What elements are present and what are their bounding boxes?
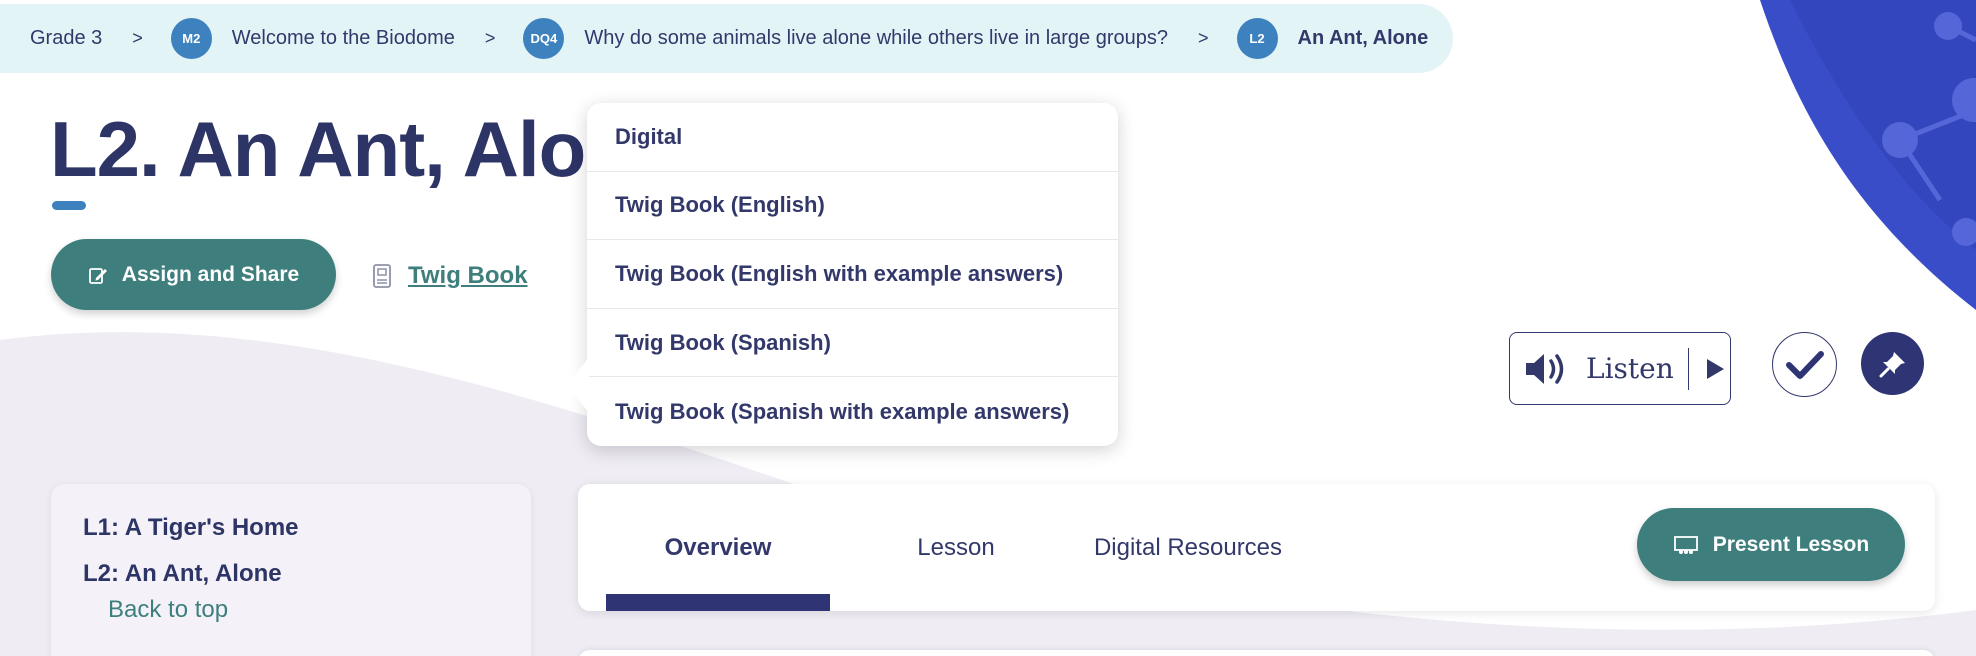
breadcrumb-dq-label: Why do some animals live alone while oth… <box>584 27 1168 49</box>
present-lesson-label: Present Lesson <box>1712 532 1870 556</box>
dropdown-pointer <box>567 357 589 413</box>
play-icon[interactable] <box>1705 358 1725 380</box>
assign-and-share-label: Assign and Share <box>121 262 300 286</box>
dropdown-item-twig-spanish-answers[interactable]: Twig Book (Spanish with example answers) <box>587 377 1118 446</box>
listen-divider <box>1687 347 1690 390</box>
lesson-tabs: Overview Lesson Digital Resources Presen… <box>578 484 1935 611</box>
nav-item-l1[interactable]: L1: A Tiger's Home <box>83 514 531 542</box>
breadcrumb-separator: > <box>132 28 143 48</box>
twig-book-link[interactable]: Twig Book <box>372 262 528 290</box>
tab-overview[interactable]: Overview <box>606 484 830 611</box>
page-title: L2. An Ant, Alone <box>50 105 675 193</box>
pin-icon <box>1879 351 1905 377</box>
breadcrumb-separator: > <box>1198 28 1209 48</box>
dropdown-item-twig-english-answers[interactable]: Twig Book (English with example answers) <box>587 240 1118 309</box>
nav-item-l2[interactable]: L2: An Ant, Alone <box>83 560 531 588</box>
edit-icon <box>88 267 107 284</box>
breadcrumb-lesson-label: An Ant, Alone <box>1297 27 1429 49</box>
breadcrumb-separator: > <box>484 28 496 48</box>
lesson-badge: L2 <box>1236 18 1278 59</box>
speaker-icon <box>1526 353 1564 384</box>
breadcrumb-lesson: L2 An Ant, Alone <box>1236 18 1429 59</box>
mark-complete-button[interactable] <box>1772 332 1837 397</box>
presentation-icon <box>1673 535 1698 554</box>
title-underline <box>52 201 86 210</box>
breadcrumb-dq[interactable]: DQ4 Why do some animals live alone while… <box>523 18 1168 59</box>
dropdown-item-twig-english[interactable]: Twig Book (English) <box>587 172 1118 241</box>
dq-badge: DQ4 <box>523 18 565 59</box>
breadcrumb-grade[interactable]: Grade 3 <box>30 27 102 50</box>
breadcrumb: Grade 3 > M2 Welcome to the Biodome > DQ… <box>0 4 1453 73</box>
twig-book-dropdown: Digital Twig Book (English) Twig Book (E… <box>567 103 1118 446</box>
assign-and-share-button[interactable]: Assign and Share <box>51 239 336 310</box>
dropdown-item-twig-spanish[interactable]: Twig Book (Spanish) <box>587 309 1118 378</box>
breadcrumb-module[interactable]: M2 Welcome to the Biodome <box>170 18 455 59</box>
breadcrumb-module-label: Welcome to the Biodome <box>231 27 455 49</box>
tab-digital-resources[interactable]: Digital Resources <box>1068 484 1308 611</box>
dropdown-item-digital[interactable]: Digital <box>587 103 1118 172</box>
listen-label: Listen <box>1586 352 1674 385</box>
tab-lesson[interactable]: Lesson <box>856 484 1056 611</box>
content-card <box>578 650 1935 656</box>
listen-control[interactable]: Listen <box>1509 332 1731 405</box>
module-badge: M2 <box>170 18 212 59</box>
book-icon <box>373 264 391 288</box>
back-to-top-link[interactable]: Back to top <box>108 596 531 624</box>
checkmark-icon <box>1785 350 1824 379</box>
lesson-nav-panel: L1: A Tiger's Home L2: An Ant, Alone Bac… <box>51 484 531 656</box>
present-lesson-button[interactable]: Present Lesson <box>1637 508 1905 581</box>
twig-book-label: Twig Book <box>408 262 528 289</box>
active-tab-indicator <box>606 594 830 611</box>
pin-button[interactable] <box>1861 332 1924 395</box>
